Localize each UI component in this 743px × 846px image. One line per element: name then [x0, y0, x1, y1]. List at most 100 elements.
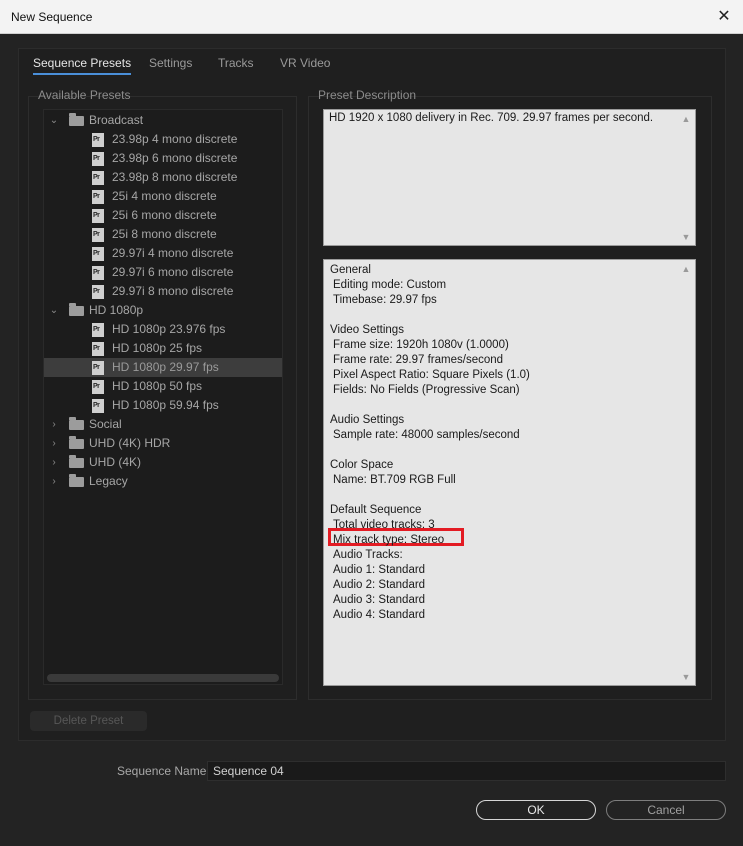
- tree-folder[interactable]: › UHD (4K): [44, 453, 282, 472]
- premiere-preset-icon: Pr: [92, 247, 104, 261]
- tree-preset-label: 29.97i 4 mono discrete: [112, 246, 234, 260]
- description-box: HD 1920 x 1080 delivery in Rec. 709. 29.…: [323, 109, 696, 246]
- tree-preset-item[interactable]: Pr 23.98p 8 mono discrete: [44, 168, 282, 187]
- tree-folder[interactable]: › Legacy: [44, 472, 282, 491]
- premiere-preset-icon: Pr: [92, 361, 104, 375]
- tree-preset-item[interactable]: Pr 25i 6 mono discrete: [44, 206, 282, 225]
- tree-preset-label: HD 1080p 23.976 fps: [112, 322, 226, 336]
- tree-preset-label: 23.98p 8 mono discrete: [112, 170, 238, 184]
- tree-preset-item[interactable]: Pr HD 1080p 23.976 fps: [44, 320, 282, 339]
- tree-preset-item[interactable]: Pr HD 1080p 25 fps: [44, 339, 282, 358]
- info-line: Sample rate: 48000 samples/second: [333, 429, 520, 441]
- tree-folder-label: UHD (4K) HDR: [89, 436, 171, 450]
- tree-preset-item[interactable]: Pr 29.97i 4 mono discrete: [44, 244, 282, 263]
- folder-icon: [69, 474, 84, 487]
- tab-vr-video[interactable]: VR Video: [280, 56, 330, 70]
- scroll-up-icon[interactable]: ▲: [681, 115, 691, 124]
- tree-preset-label: HD 1080p 50 fps: [112, 379, 203, 393]
- scroll-down-icon[interactable]: ▼: [681, 233, 691, 242]
- scroll-down-icon[interactable]: ▼: [681, 673, 691, 682]
- premiere-preset-icon: Pr: [92, 152, 104, 166]
- tree-preset-item[interactable]: Pr 25i 4 mono discrete: [44, 187, 282, 206]
- tab-sequence-presets[interactable]: Sequence Presets: [33, 56, 132, 75]
- premiere-preset-icon: Pr: [92, 133, 104, 147]
- premiere-preset-icon: Pr: [92, 171, 104, 185]
- info-line: Pixel Aspect Ratio: Square Pixels (1.0): [333, 369, 530, 381]
- chevron-right-icon[interactable]: ›: [48, 434, 60, 453]
- info-line: Name: BT.709 RGB Full: [333, 474, 456, 486]
- tree-preset-label: 29.97i 6 mono discrete: [112, 265, 234, 279]
- tree-preset-item[interactable]: Pr HD 1080p 29.97 fps: [44, 358, 282, 377]
- folder-icon: [69, 303, 84, 316]
- premiere-preset-icon: Pr: [92, 399, 104, 413]
- info-line: Editing mode: Custom: [333, 279, 447, 291]
- folder-icon: [69, 436, 84, 449]
- tree-preset-item[interactable]: Pr HD 1080p 50 fps: [44, 377, 282, 396]
- cancel-button[interactable]: Cancel: [606, 800, 726, 820]
- tree-preset-label: 23.98p 4 mono discrete: [112, 132, 238, 146]
- info-line: Total video tracks: 3: [333, 519, 435, 531]
- premiere-preset-icon: Pr: [92, 380, 104, 394]
- tree-horizontal-scrollbar[interactable]: [47, 674, 279, 682]
- info-line: Mix track type: Stereo: [333, 534, 445, 546]
- window-title: New Sequence: [11, 10, 93, 24]
- preset-description-label: Preset Description: [318, 88, 417, 102]
- available-presets-label: Available Presets: [38, 88, 131, 102]
- premiere-preset-icon: Pr: [92, 190, 104, 204]
- chevron-right-icon[interactable]: ›: [48, 472, 60, 491]
- tree-preset-item[interactable]: Pr 29.97i 6 mono discrete: [44, 263, 282, 282]
- premiere-preset-icon: Pr: [92, 285, 104, 299]
- premiere-preset-icon: Pr: [92, 323, 104, 337]
- info-line: Audio 2: Standard: [333, 579, 426, 591]
- info-line: General: [330, 264, 371, 276]
- info-line: Frame rate: 29.97 frames/second: [333, 354, 504, 366]
- tree-preset-label: 25i 8 mono discrete: [112, 227, 217, 241]
- preset-tree[interactable]: ⌄ Broadcast Pr 23.98p 4 mono discrete Pr 23.9…: [43, 109, 283, 685]
- tree-folder-label: Legacy: [89, 474, 128, 488]
- folder-icon: [69, 455, 84, 468]
- sequence-name-input[interactable]: [207, 761, 726, 781]
- info-line: Color Space: [330, 459, 394, 471]
- tree-preset-label: 23.98p 6 mono discrete: [112, 151, 238, 165]
- ok-button[interactable]: OK: [476, 800, 596, 820]
- tree-preset-item[interactable]: Pr 23.98p 4 mono discrete: [44, 130, 282, 149]
- chevron-right-icon[interactable]: ›: [48, 453, 60, 472]
- info-line: Frame size: 1920h 1080v (1.0000): [333, 339, 509, 351]
- chevron-down-icon[interactable]: ⌄: [48, 301, 60, 320]
- scroll-up-icon[interactable]: ▲: [681, 265, 691, 274]
- tree-preset-label: HD 1080p 59.94 fps: [112, 398, 219, 412]
- tree-folder-label: Social: [89, 417, 122, 431]
- tree-folder[interactable]: › Social: [44, 415, 282, 434]
- tab-tracks[interactable]: Tracks: [218, 56, 254, 70]
- info-line: Audio 3: Standard: [333, 594, 426, 606]
- tree-preset-label: HD 1080p 29.97 fps: [112, 360, 219, 374]
- tree-preset-label: HD 1080p 25 fps: [112, 341, 203, 355]
- tree-folder[interactable]: › UHD (4K) HDR: [44, 434, 282, 453]
- tree-preset-label: 25i 6 mono discrete: [112, 208, 217, 222]
- sequence-name-label: Sequence Name:: [117, 764, 210, 778]
- chevron-right-icon[interactable]: ›: [48, 415, 60, 434]
- delete-preset-button[interactable]: Delete Preset: [30, 711, 147, 731]
- info-line: Audio Settings: [330, 414, 405, 426]
- close-icon[interactable]: ✕: [713, 6, 735, 28]
- info-line: Audio Tracks:: [333, 549, 403, 561]
- chevron-down-icon[interactable]: ⌄: [48, 111, 60, 130]
- sequence-info-box: ▲ ▼ General Editing mode: Custom Timebase:…: [323, 259, 696, 686]
- info-line: Video Settings: [330, 324, 404, 336]
- tree-folder-label: Broadcast: [89, 113, 144, 127]
- tree-preset-item[interactable]: Pr 25i 8 mono discrete: [44, 225, 282, 244]
- tree-preset-item[interactable]: Pr HD 1080p 59.94 fps: [44, 396, 282, 415]
- premiere-preset-icon: Pr: [92, 209, 104, 223]
- premiere-preset-icon: Pr: [92, 228, 104, 242]
- dialog-body: Sequence Presets Settings Tracks VR Vide…: [0, 34, 743, 846]
- tree-preset-item[interactable]: Pr 23.98p 6 mono discrete: [44, 149, 282, 168]
- tree-preset-item[interactable]: Pr 29.97i 8 mono discrete: [44, 282, 282, 301]
- folder-icon: [69, 113, 84, 126]
- tree-folder[interactable]: ⌄ HD 1080p: [44, 301, 282, 320]
- tree-folder[interactable]: ⌄ Broadcast: [44, 111, 282, 130]
- info-line: Audio 1: Standard: [333, 564, 426, 576]
- tab-settings[interactable]: Settings: [149, 56, 192, 70]
- info-line: Default Sequence: [330, 504, 422, 516]
- title-bar: New Sequence ✕: [0, 0, 743, 34]
- tree-preset-label: 29.97i 8 mono discrete: [112, 284, 234, 298]
